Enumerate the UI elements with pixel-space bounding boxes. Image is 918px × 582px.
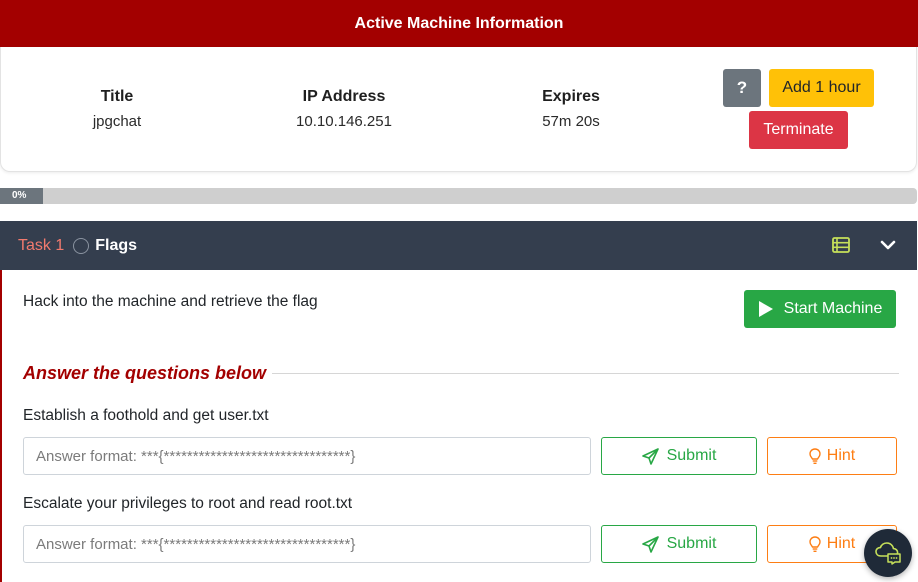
question-2-submit-label: Submit [666, 535, 717, 552]
chat-button[interactable] [864, 529, 912, 577]
expires-label: Expires [542, 88, 600, 105]
list-icon[interactable] [832, 237, 850, 258]
add-hour-button[interactable]: Add 1 hour [769, 69, 874, 107]
lightbulb-icon [809, 535, 821, 552]
question-2-answer-input[interactable] [23, 525, 591, 563]
ip-label: IP Address [302, 88, 386, 105]
question-1-submit-label: Submit [666, 447, 717, 464]
terminate-label: Terminate [763, 121, 834, 138]
title-label: Title [100, 88, 134, 105]
chat-cloud-icon [875, 542, 901, 565]
title-value: jpgchat [92, 113, 142, 130]
question-icon: ? [736, 78, 748, 97]
task-body: Hack into the machine and retrieve the f… [0, 270, 917, 582]
answer-divider [272, 373, 899, 374]
question-1-text: Establish a foothold and get user.txt [23, 407, 269, 424]
task-number: Task 1 [18, 236, 65, 254]
lightbulb-icon [809, 447, 821, 464]
ip-value: 10.10.146.251 [296, 113, 392, 130]
title-column: Title jpgchat [27, 88, 207, 130]
progress-label: 0% [12, 190, 27, 201]
expires-value: 57m 20s [542, 113, 600, 130]
progress-bar: 0% [0, 188, 917, 204]
add-hour-label: Add 1 hour [782, 79, 861, 96]
play-icon [758, 301, 773, 317]
chevron-down-icon[interactable] [879, 236, 897, 259]
question-1-answer-input[interactable] [23, 437, 591, 475]
help-button[interactable]: ? [723, 69, 761, 107]
question-1-hint-button[interactable]: Hint [767, 437, 897, 475]
ip-column: IP Address 10.10.146.251 [254, 88, 434, 130]
circle-icon [73, 237, 90, 254]
question-2-text: Escalate your privileges to root and rea… [23, 495, 353, 512]
start-machine-label: Start Machine [783, 300, 883, 317]
machine-info-card: Title jpgchat IP Address 10.10.146.251 E… [0, 47, 917, 172]
task-title: Flags [95, 236, 138, 254]
machine-info-title: Active Machine Information [354, 14, 564, 32]
machine-info-header: Active Machine Information [0, 0, 918, 47]
task-description: Hack into the machine and retrieve the f… [23, 293, 318, 310]
paper-plane-icon [641, 535, 659, 553]
question-2-submit-button[interactable]: Submit [601, 525, 757, 563]
task-header[interactable]: Task 1 Flags [0, 221, 917, 270]
start-machine-button[interactable]: Start Machine [744, 290, 896, 328]
question-2-hint-label: Hint [826, 535, 856, 552]
terminate-button[interactable]: Terminate [749, 111, 848, 149]
question-1-submit-button[interactable]: Submit [601, 437, 757, 475]
question-1-hint-label: Hint [826, 447, 856, 464]
paper-plane-icon [641, 447, 659, 465]
answer-heading: Answer the questions below [23, 363, 267, 383]
expires-column: Expires 57m 20s [481, 88, 661, 130]
